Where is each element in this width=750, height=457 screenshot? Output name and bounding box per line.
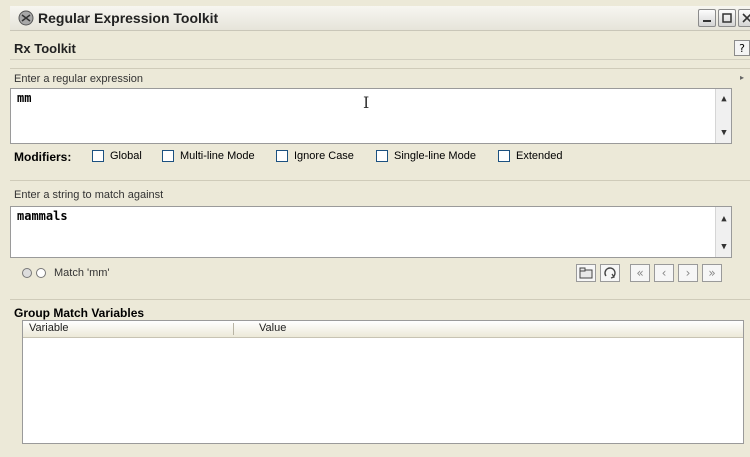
column-divider[interactable] bbox=[233, 323, 234, 335]
string-scrollbar[interactable]: ▲ ▼ bbox=[715, 207, 731, 257]
app-icon bbox=[18, 10, 34, 26]
modifier-global[interactable]: Global bbox=[92, 150, 142, 163]
app-window: Regular Expression Toolkit Rx Toolkit ? … bbox=[0, 0, 750, 457]
match-indicator-icon bbox=[22, 268, 32, 278]
modifier-multiline[interactable]: Multi-line Mode bbox=[162, 150, 255, 163]
group-match-section: Group Match Variables Variable Value bbox=[10, 299, 750, 457]
modifier-label: Extended bbox=[516, 150, 563, 162]
modifier-label: Ignore Case bbox=[294, 150, 354, 162]
scroll-up-icon[interactable]: ▲ bbox=[718, 93, 730, 105]
open-file-button[interactable] bbox=[576, 264, 596, 282]
toolkit-title: Rx Toolkit bbox=[14, 41, 76, 56]
toolkit-header: Rx Toolkit ? bbox=[10, 39, 750, 60]
regex-input[interactable]: mm I ▲ ▼ bbox=[10, 88, 732, 144]
checkbox[interactable] bbox=[276, 150, 288, 163]
scroll-down-icon[interactable]: ▼ bbox=[718, 241, 730, 253]
text-cursor-icon: I bbox=[363, 93, 370, 112]
string-label: Enter a string to match against bbox=[14, 189, 164, 201]
modifier-singleline[interactable]: Single-line Mode bbox=[376, 150, 476, 163]
checkbox[interactable] bbox=[498, 150, 510, 163]
match-indicator-icon bbox=[36, 268, 46, 278]
maximize-icon bbox=[722, 13, 732, 23]
minimize-button[interactable] bbox=[698, 9, 716, 27]
checkbox[interactable] bbox=[162, 150, 174, 163]
scroll-up-icon[interactable]: ▲ bbox=[718, 213, 730, 225]
refresh-button[interactable] bbox=[600, 264, 620, 282]
modifier-extended[interactable]: Extended bbox=[498, 150, 563, 163]
modifier-label: Single-line Mode bbox=[394, 150, 476, 162]
refresh-icon bbox=[604, 267, 616, 279]
group-match-table: Variable Value bbox=[22, 320, 744, 444]
scroll-down-icon[interactable]: ▼ bbox=[718, 127, 730, 139]
match-status-text: Match 'mm' bbox=[54, 267, 110, 279]
regex-value: mm bbox=[17, 91, 32, 105]
column-header-value[interactable]: Value bbox=[259, 322, 286, 334]
checkbox[interactable] bbox=[92, 150, 104, 163]
group-match-title: Group Match Variables bbox=[14, 306, 145, 320]
string-value: mammals bbox=[17, 209, 68, 223]
close-button[interactable] bbox=[738, 9, 750, 27]
title-bar: Regular Expression Toolkit bbox=[10, 6, 750, 31]
modifier-label: Global bbox=[110, 150, 142, 162]
regex-label: Enter a regular expression bbox=[14, 73, 144, 85]
table-header: Variable Value bbox=[23, 321, 743, 338]
column-header-variable[interactable]: Variable bbox=[29, 322, 69, 334]
last-match-button[interactable]: » bbox=[702, 264, 722, 282]
expand-arrow-icon[interactable]: ▸ bbox=[740, 73, 744, 82]
prev-match-button[interactable]: ‹ bbox=[654, 264, 674, 282]
checkbox[interactable] bbox=[376, 150, 388, 163]
help-button[interactable]: ? bbox=[734, 40, 750, 56]
regex-scrollbar[interactable]: ▲ ▼ bbox=[715, 89, 731, 143]
minimize-icon bbox=[703, 20, 711, 22]
modifier-label: Multi-line Mode bbox=[180, 150, 255, 162]
modifiers-label: Modifiers: bbox=[14, 150, 72, 164]
next-match-button[interactable]: › bbox=[678, 264, 698, 282]
first-match-button[interactable]: « bbox=[630, 264, 650, 282]
window-title: Regular Expression Toolkit bbox=[38, 10, 219, 26]
string-input[interactable]: mammals ▲ ▼ bbox=[10, 206, 732, 258]
match-status-row: Match 'mm' « ‹ › » bbox=[18, 264, 748, 284]
close-icon bbox=[742, 13, 750, 23]
modifier-ignore-case[interactable]: Ignore Case bbox=[276, 150, 354, 163]
folder-icon bbox=[579, 267, 593, 279]
maximize-button[interactable] bbox=[718, 9, 736, 27]
